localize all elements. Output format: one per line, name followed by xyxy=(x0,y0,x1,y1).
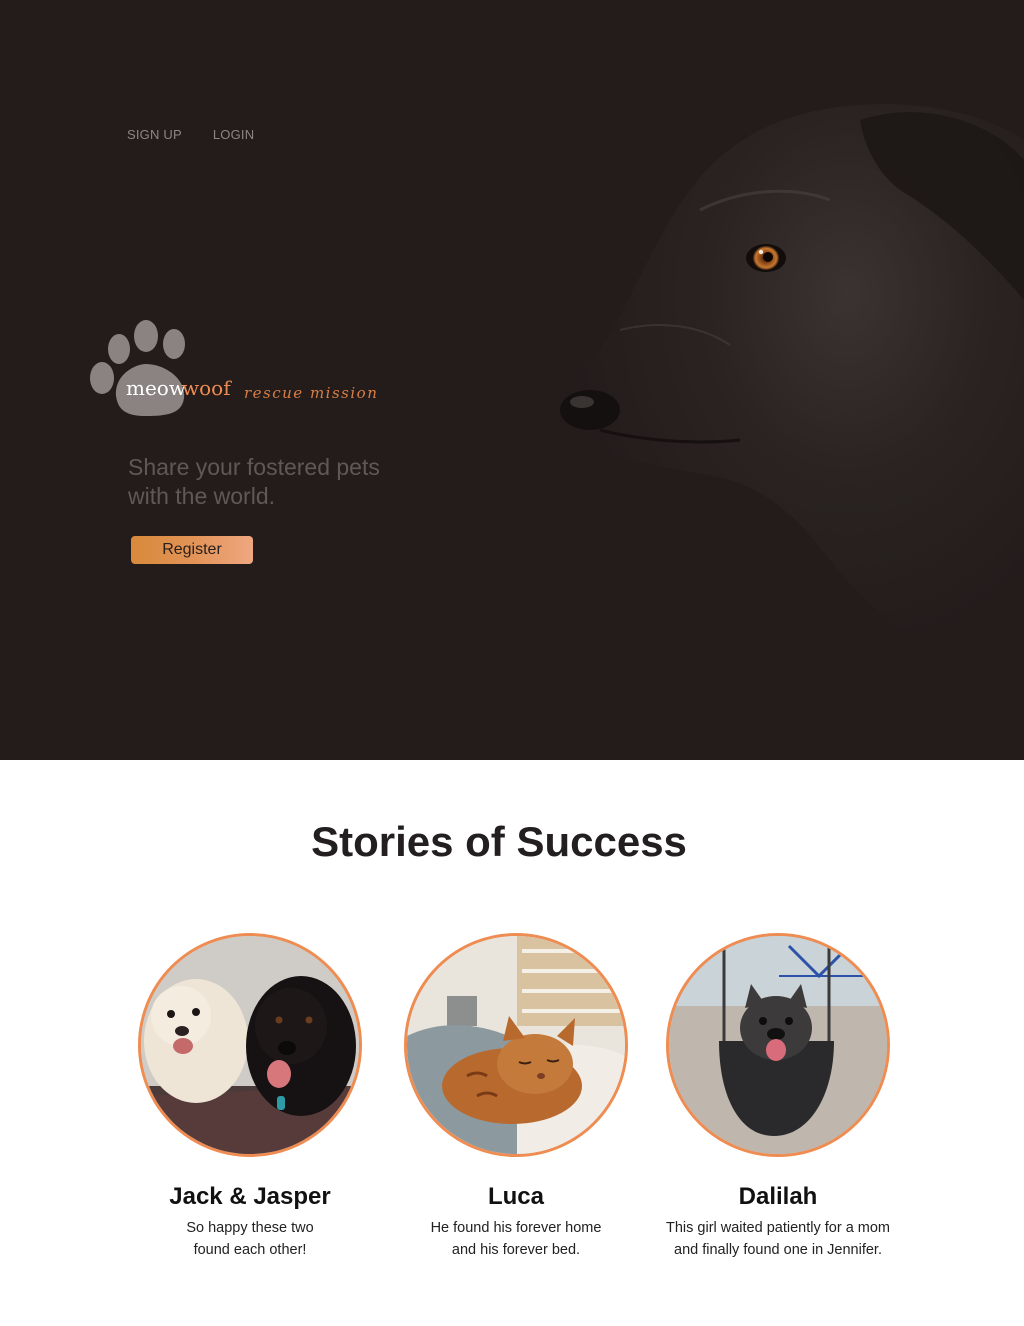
story-description: So happy these two found each other! xyxy=(186,1220,314,1258)
story-card: Luca He found his forever home and his f… xyxy=(381,933,651,1261)
story-card: Jack & Jasper So happy these two found e… xyxy=(115,933,385,1261)
logo-script: rescue mission xyxy=(244,384,378,402)
top-nav: SIGN UP LOGIN xyxy=(127,127,254,142)
two-dogs-photo xyxy=(141,936,359,1154)
story-name: Jack & Jasper xyxy=(169,1183,331,1210)
register-button[interactable]: Register xyxy=(131,536,253,564)
hero-section: SIGN UP LOGIN meow woof rescue mission S… xyxy=(0,0,1024,760)
paw-icon xyxy=(90,320,185,416)
login-link[interactable]: LOGIN xyxy=(213,127,254,142)
tagline-line-1: Share your fostered pets xyxy=(128,454,380,480)
dog-swing-photo xyxy=(669,936,887,1154)
story-card: Dalilah This girl waited patiently for a… xyxy=(643,933,913,1261)
meowwoof-logo: meow woof rescue mission xyxy=(90,320,378,416)
story-photo-jack-jasper xyxy=(138,933,362,1157)
story-name: Luca xyxy=(487,1183,544,1210)
signup-link[interactable]: SIGN UP xyxy=(127,127,182,142)
story-description: He found his forever home and his foreve… xyxy=(430,1220,602,1258)
stories-title: Stories of Success xyxy=(311,818,687,865)
hero-tagline: Share your fostered pets with the world. xyxy=(128,453,428,511)
logo-word-woof: woof xyxy=(182,376,232,400)
story-photo-luca xyxy=(404,933,628,1157)
tagline-line-2: with the world. xyxy=(128,483,276,509)
story-description: This girl waited patiently for a mom and… xyxy=(665,1220,891,1258)
story-photo-dalilah xyxy=(666,933,890,1157)
logo-word-meow: meow xyxy=(126,376,186,400)
cat-photo xyxy=(407,936,625,1154)
story-name: Dalilah xyxy=(738,1183,818,1210)
